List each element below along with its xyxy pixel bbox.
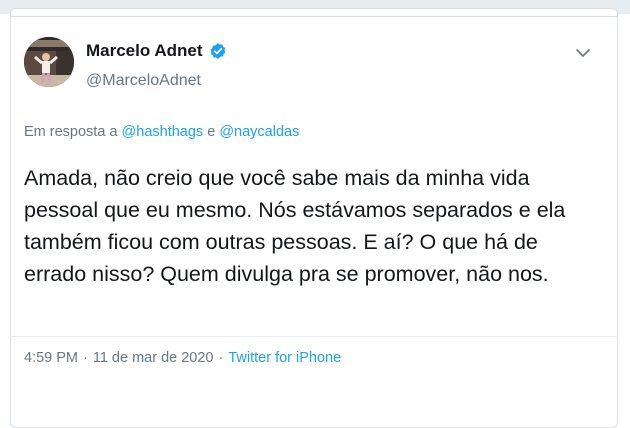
- tweet-source-link[interactable]: Twitter for iPhone: [228, 350, 341, 366]
- tweet-text: Amada, não creio que você sabe mais da m…: [24, 166, 566, 286]
- tweet-date[interactable]: 11 de mar de 2020: [93, 350, 214, 366]
- author-name-row[interactable]: Marcelo Adnet: [86, 40, 227, 62]
- reply-prefix: Em resposta a: [24, 124, 118, 140]
- reply-context: Em resposta a @hashthags e @naycaldas: [24, 124, 299, 140]
- reply-mention-naycaldas[interactable]: @naycaldas: [219, 124, 299, 140]
- author-handle[interactable]: @MarceloAdnet: [86, 72, 201, 90]
- meta-separator: ·: [83, 350, 88, 366]
- reply-joiner: e: [207, 124, 216, 140]
- meta-divider: [10, 336, 618, 337]
- chevron-down-icon[interactable]: [574, 44, 592, 62]
- reply-mention-hashthags[interactable]: @hashthags: [122, 124, 204, 140]
- verified-badge-icon: [209, 42, 227, 60]
- display-name[interactable]: Marcelo Adnet: [86, 41, 203, 61]
- tweet-time[interactable]: 4:59 PM: [24, 350, 78, 366]
- card-top-divider: [10, 16, 618, 17]
- meta-separator: ·: [218, 350, 224, 366]
- tweet-meta: 4:59 PM · 11 de mar de 2020 · Twitter fo…: [24, 350, 341, 366]
- avatar[interactable]: [24, 37, 74, 87]
